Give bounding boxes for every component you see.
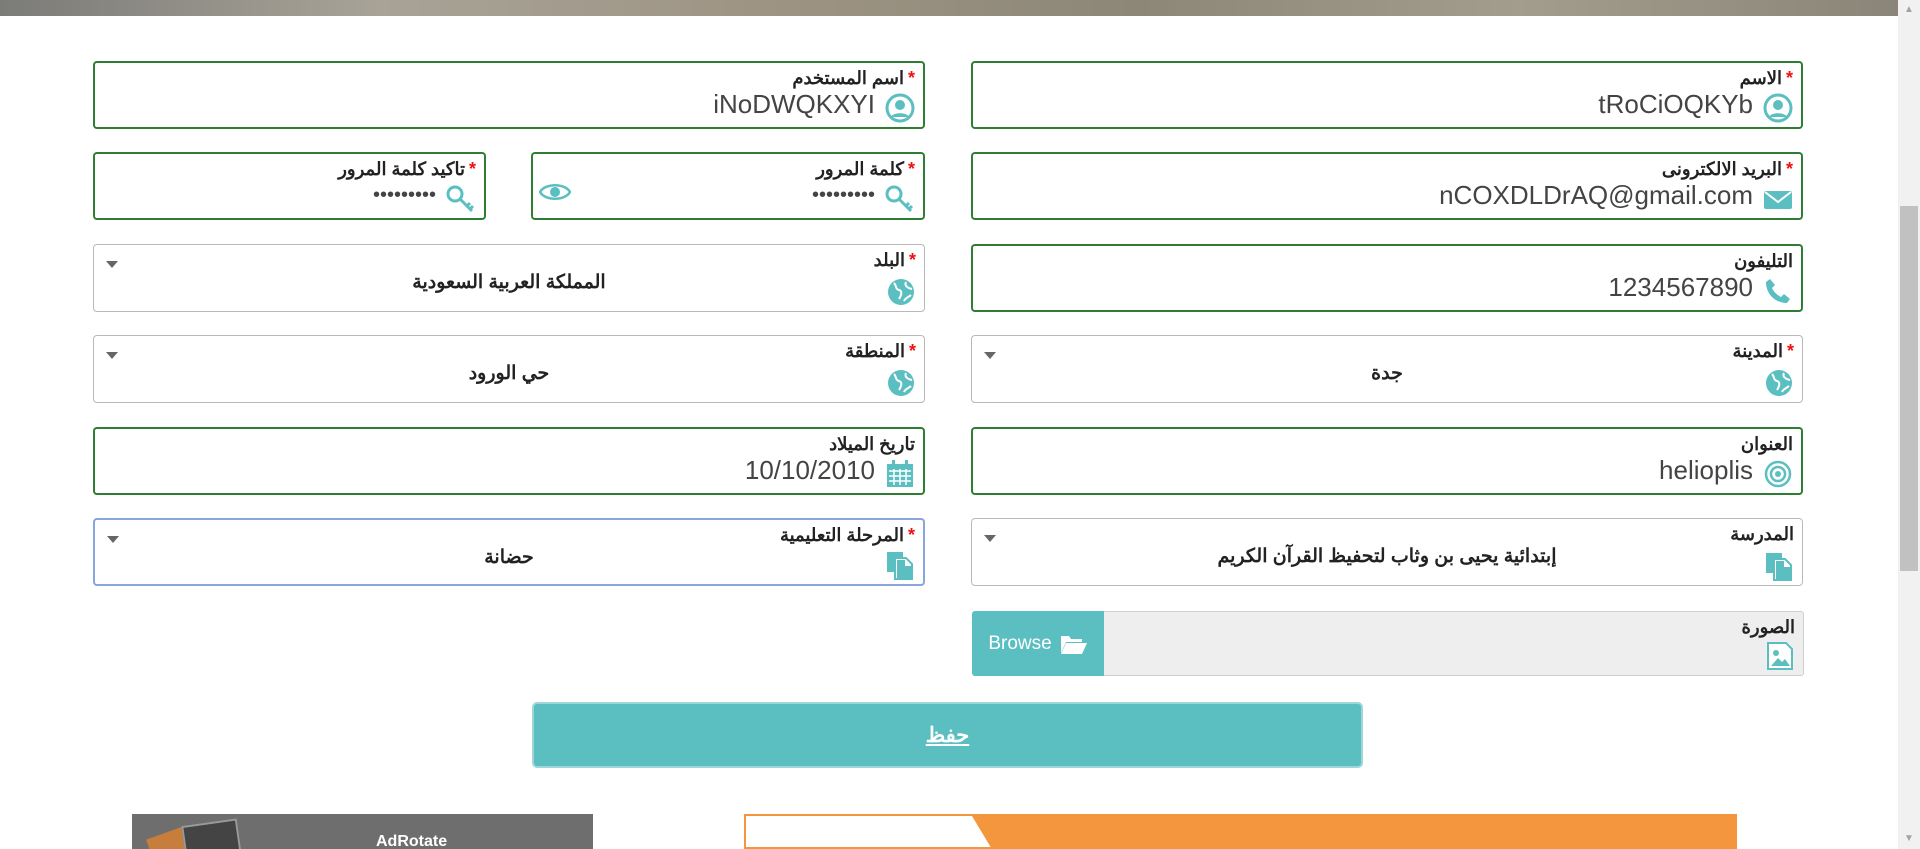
chevron-down-icon [984, 535, 996, 542]
region-label: *المنطقة [845, 341, 916, 361]
stage-select[interactable]: *المرحلة التعليمية حضانة [93, 518, 925, 586]
scroll-up-icon[interactable]: ▲ [1903, 4, 1915, 16]
ad-banner-left[interactable]: AdRotate [132, 814, 593, 849]
ad-graphic [181, 818, 243, 849]
globe-icon [888, 370, 914, 396]
confirm-password-input[interactable]: ••••••••• [373, 184, 436, 207]
chevron-down-icon [984, 352, 996, 359]
stage-label: *المرحلة التعليمية [779, 525, 915, 545]
envelope-icon [1764, 191, 1792, 209]
email-label: *البريد الالكترونى [1661, 159, 1793, 179]
chevron-down-icon [107, 536, 119, 543]
name-field[interactable]: *الاسم tRoCiOQKYb [971, 61, 1803, 129]
browse-label: Browse [988, 632, 1052, 654]
password-input[interactable]: ••••••••• [812, 184, 875, 207]
image-label: الصورة [1741, 617, 1795, 637]
username-label: *اسم المستخدم [792, 68, 915, 88]
school-select[interactable]: المدرسة إبتدائية يحيى بن وثاب لتحفيظ الق… [971, 518, 1803, 586]
country-selected: المملكة العربية السعودية [412, 272, 606, 293]
birthdate-field[interactable]: تاريخ الميلاد 10/10/2010 [93, 427, 925, 495]
eye-icon[interactable] [539, 180, 571, 204]
city-select[interactable]: *المدينة جدة [971, 335, 1803, 403]
username-input[interactable]: iNoDWQKXYI [713, 89, 875, 120]
region-selected: حي الورود [468, 363, 550, 384]
email-input[interactable]: nCOXDLDrAQ@gmail.com [1439, 180, 1753, 211]
scrollbar-thumb[interactable] [1900, 206, 1918, 571]
folder-open-icon [1060, 635, 1087, 654]
calendar-icon [887, 460, 913, 487]
city-label: *المدينة [1732, 341, 1794, 361]
ad-banner-right[interactable] [744, 814, 1737, 849]
image-icon [1767, 642, 1793, 670]
school-selected: إبتدائية يحيى بن وثاب لتحفيظ القرآن الكر… [1217, 546, 1557, 567]
email-field[interactable]: *البريد الالكترونى nCOXDLDrAQ@gmail.com [971, 152, 1803, 220]
name-label: *الاسم [1739, 68, 1793, 88]
chevron-down-icon [106, 352, 118, 359]
confirm-password-label: *تاكيد كلمة المرور [338, 159, 476, 179]
phone-icon [1766, 279, 1790, 303]
address-label: العنوان [1740, 434, 1793, 454]
chevron-down-icon [106, 261, 118, 268]
phone-field[interactable]: التليفون 1234567890 [971, 244, 1803, 312]
birthdate-input[interactable]: 10/10/2010 [745, 455, 875, 486]
school-label: المدرسة [1730, 524, 1794, 544]
country-select[interactable]: *البلد المملكة العربية السعودية [93, 244, 925, 312]
confirm-password-field[interactable]: *تاكيد كلمة المرور ••••••••• [93, 152, 486, 220]
stage-selected: حضانة [484, 547, 534, 568]
key-icon [446, 185, 475, 213]
region-select[interactable]: *المنطقة حي الورود [93, 335, 925, 403]
password-field[interactable]: *كلمة المرور ••••••••• [531, 152, 925, 220]
header-image-strip [0, 0, 1898, 16]
user-circle-icon [1763, 93, 1793, 123]
ad-white-panel [746, 816, 966, 847]
phone-label: التليفون [1734, 251, 1793, 271]
globe-icon [1766, 370, 1792, 396]
scroll-down-icon[interactable]: ▼ [1903, 833, 1915, 845]
phone-input[interactable]: 1234567890 [1608, 272, 1753, 303]
user-circle-icon [885, 93, 915, 123]
documents-icon [887, 552, 913, 580]
city-selected: جدة [1371, 363, 1403, 384]
birthdate-label: تاريخ الميلاد [829, 434, 915, 454]
password-label: *كلمة المرور [816, 159, 915, 179]
address-field[interactable]: العنوان helioplis [971, 427, 1803, 495]
ad-white-corner [956, 816, 996, 847]
key-icon [885, 185, 914, 213]
documents-icon [1766, 553, 1792, 581]
ad-title: AdRotate [376, 833, 448, 849]
name-input[interactable]: tRoCiOQKYb [1598, 89, 1753, 120]
address-input[interactable]: helioplis [1659, 455, 1753, 486]
username-field[interactable]: *اسم المستخدم iNoDWQKXYI [93, 61, 925, 129]
browse-button[interactable]: Browse [972, 611, 1104, 676]
save-button[interactable]: حفظ [532, 702, 1363, 768]
globe-icon [888, 279, 914, 305]
image-field[interactable]: الصورة [1104, 611, 1804, 676]
country-label: *البلد [873, 250, 916, 270]
target-icon [1764, 460, 1792, 488]
